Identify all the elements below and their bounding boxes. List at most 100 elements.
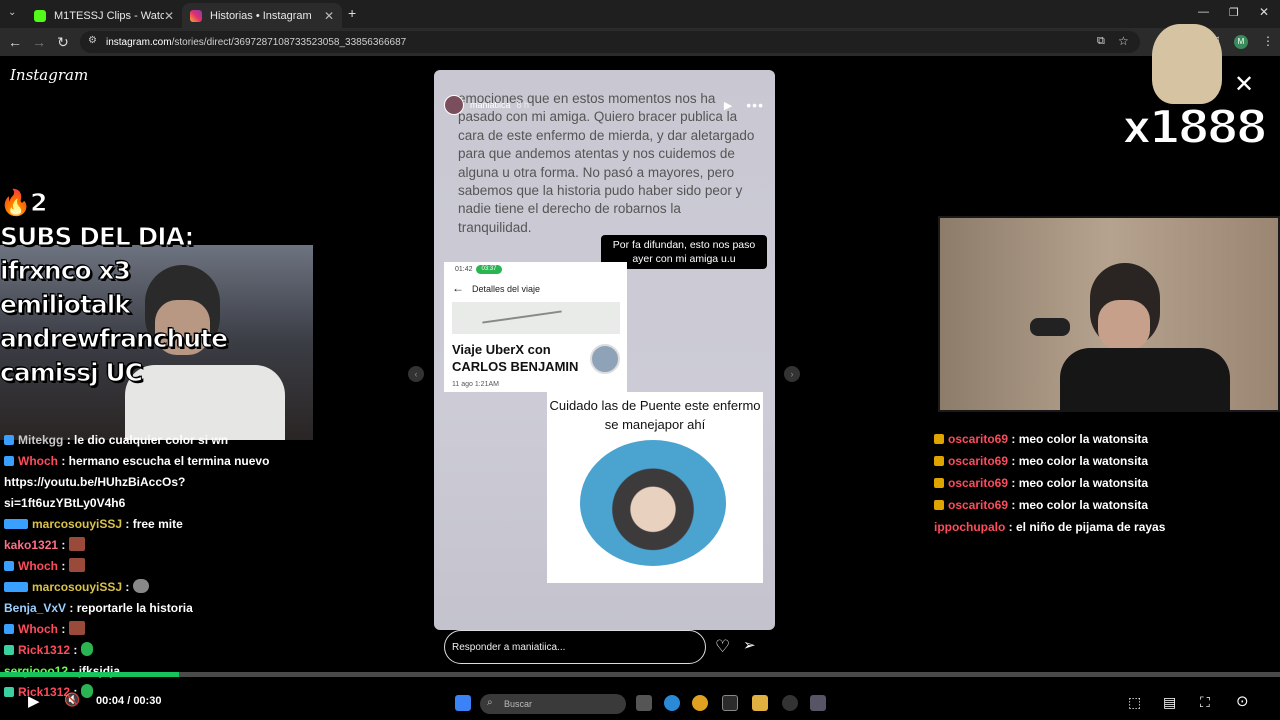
webcam-person-body [1060,348,1230,412]
video-progress-bar[interactable] [0,672,1280,677]
restore-icon[interactable]: ❐ [1229,6,1239,19]
send-icon[interactable]: ➢ [743,636,756,654]
chat-message: Benja_VxV : reportarle la historia [4,598,269,619]
chat-user[interactable]: Whoch [18,559,58,573]
chat-message: Whoch : hermano escucha el termina nuevo [4,451,269,472]
site-info-icon[interactable]: ⚙ [88,35,97,46]
forward-icon[interactable]: → [30,33,48,51]
subs-count: 🔥2 [0,186,227,220]
chat-message: oscarito69 : meo color la watonsita [934,450,1165,472]
subs-count-value: 2 [30,188,48,218]
instagram-logo[interactable]: Instagram [10,66,88,84]
captions-icon[interactable]: ▤ [1163,694,1176,711]
tab-list-chevron-icon[interactable]: ⌄ [8,7,16,18]
chat-user[interactable]: ippochupalo [934,520,1005,534]
play-icon[interactable]: ▶ [28,692,40,710]
chat-message: oscarito69 : meo color la watonsita [934,472,1165,494]
chat-user[interactable]: oscarito69 [948,498,1008,512]
chat-link[interactable]: https://youtu.be/HUhzBiAccOs? [4,475,185,489]
story-username[interactable]: maniatiica [470,100,511,110]
chat-text: : meo color la watonsita [1011,454,1149,468]
play-icon[interactable]: ▶ [724,99,732,112]
trip-date: 11 ago 1:21AM [452,381,499,388]
webcam-right [938,216,1280,412]
chat-user[interactable]: Rick1312 [18,685,70,699]
chat-message: Whoch : [4,619,269,640]
previous-story-icon[interactable]: ‹ [408,366,424,382]
new-tab-icon[interactable]: + [348,5,356,21]
edge-icon[interactable] [664,695,680,711]
close-story-icon[interactable]: ✕ [1234,70,1254,99]
close-window-icon[interactable]: ✕ [1259,5,1269,19]
chat-user[interactable]: oscarito69 [948,454,1008,468]
story-viewer[interactable]: emociones que en estos momentos nos ha p… [434,70,775,630]
tab-instagram[interactable]: Historias • Instagram ✕ [182,3,342,28]
chat-user[interactable]: oscarito69 [948,432,1008,446]
crown-icon [934,456,944,466]
chat-user[interactable]: Benja_VxV [4,601,66,615]
reply-input[interactable]: Responder a maniatiica... [444,630,706,664]
task-view-icon[interactable] [636,695,652,711]
start-icon[interactable] [455,695,471,711]
app-icon[interactable] [722,695,738,711]
like-heart-icon[interactable]: ♡ [715,637,730,657]
kick-icon [34,9,46,22]
chat-link[interactable]: si=1ft6uzYBtLy0V4h6 [4,496,125,510]
url-path: /stories/direct/3697287108733523058_3385… [171,36,407,48]
chat-user[interactable]: marcosouyiSSJ [32,517,122,531]
settings-icon[interactable] [810,695,826,711]
install-app-icon[interactable]: ⧉ [1097,35,1105,48]
expand-icon[interactable]: ⛶ [1200,694,1210,711]
next-story-icon[interactable]: › [784,366,800,382]
story-avatar[interactable] [444,95,464,115]
crown-icon [934,478,944,488]
chat-user[interactable]: Rick1312 [18,643,70,657]
more-options-icon[interactable]: ••• [746,97,764,113]
subs-title: SUBS DEL DIA: [0,222,195,252]
trip-title: Viaje UberX con CARLOS BENJAMIN [452,342,579,374]
fullscreen-window-icon[interactable]: ⬚ [1128,694,1141,711]
chat-user[interactable]: oscarito69 [948,476,1008,490]
chat-user[interactable]: Mitekgg [18,433,63,447]
subs-line: emiliotalk [0,290,131,320]
warning-image: Cuidado las de Puente este enfermo se ma… [547,392,763,583]
close-tab-icon[interactable]: ✕ [164,9,174,23]
browser-menu-icon[interactable]: ⋮ [1262,34,1274,48]
chat-message: marcosouyiSSJ : free mite [4,514,269,535]
uber-screenshot: 01:42 03:37 ← Detalles del viaje Viaje U… [444,262,627,392]
chat-message: kako1321 : [4,535,269,556]
url-field[interactable]: ⚙ instagram.com/stories/direct/369728710… [80,31,1140,53]
chat-message: Mitekgg : le dio cualquier color si wn [4,430,269,451]
call-badge: 03:37 [476,265,502,274]
tab-clips[interactable]: M1TESSJ Clips - Watch Live on ✕ [26,3,182,28]
back-icon[interactable]: ← [6,33,24,51]
emote-icon [133,579,150,593]
chat-user[interactable]: kako1321 [4,538,58,552]
chat-message: Whoch : [4,556,269,577]
chat-user[interactable]: marcosouyiSSJ [32,580,122,594]
replay-icon[interactable]: ⊙ [1236,692,1249,710]
chat-message: ippochupalo : el niño de pijama de rayas [934,516,1165,538]
badge-icon [4,687,14,697]
chat-text: : el niño de pijama de rayas [1008,520,1166,534]
close-tab-icon[interactable]: ✕ [324,9,334,23]
crown-icon [934,500,944,510]
chat-text: : [73,643,78,657]
chat-message: Rick1312 : [4,640,269,661]
minimize-icon[interactable]: — [1198,6,1209,18]
trip-map [452,302,620,334]
trip-details-header: Detalles del viaje [472,284,541,294]
chrome-icon[interactable] [692,695,708,711]
taskbar-search[interactable]: Buscar [480,694,626,714]
obs-icon[interactable] [782,695,798,711]
badge-icon [4,624,14,634]
mute-icon[interactable]: 🔇 [64,692,80,708]
chat-text: : [61,622,66,636]
folder-icon[interactable] [752,695,768,711]
chat-user[interactable]: Whoch [18,454,58,468]
face-photo [580,440,726,566]
status-time: 01:42 [455,266,473,273]
chat-user[interactable]: Whoch [18,622,58,636]
reload-icon[interactable]: ↻ [54,33,72,51]
badge-icon [4,519,28,529]
